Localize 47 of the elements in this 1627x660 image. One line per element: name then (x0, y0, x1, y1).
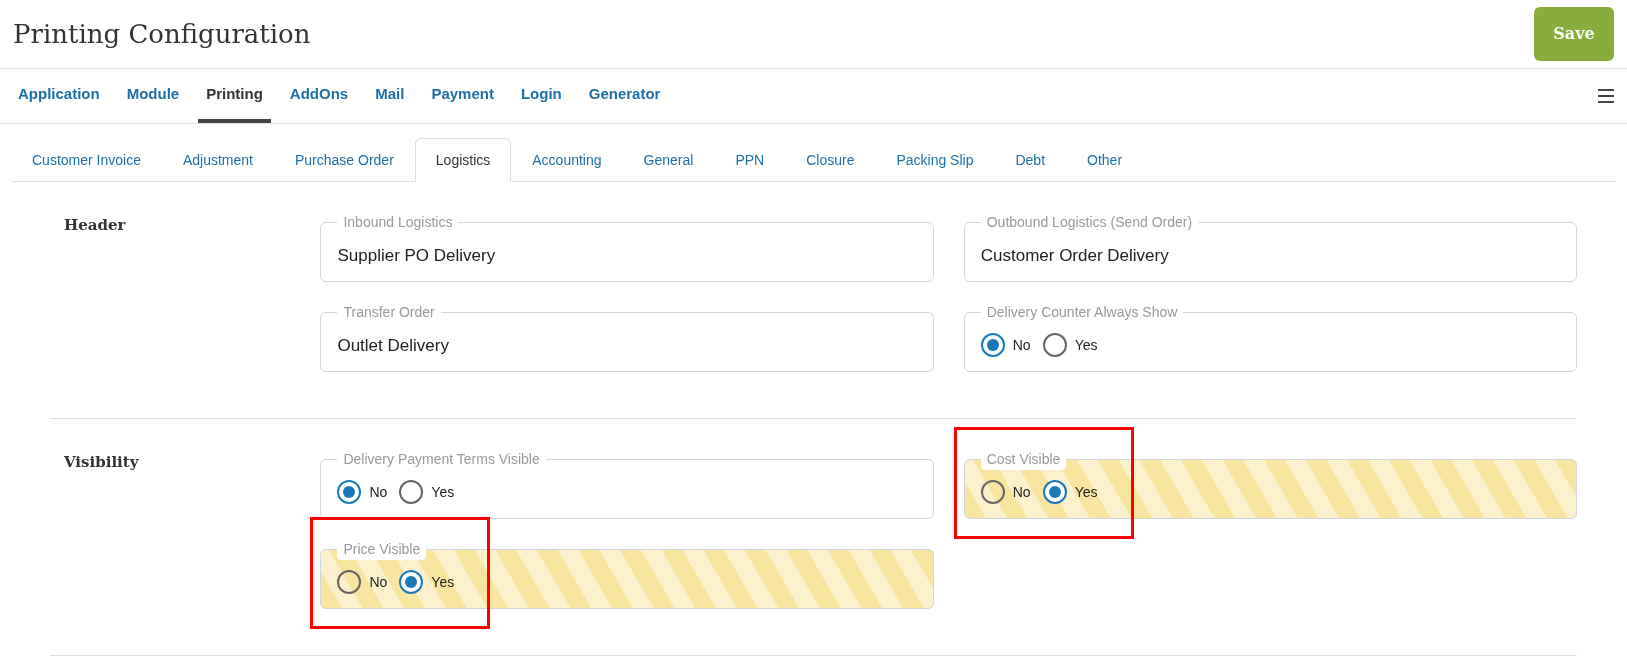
section-title: Visibility (63, 452, 140, 473)
menu-icon[interactable] (1597, 88, 1615, 104)
sub-tab[interactable]: Logistics (414, 138, 512, 182)
main-tab[interactable]: Printing (198, 69, 271, 123)
radio-button[interactable] (1042, 480, 1067, 504)
sub-tab[interactable]: Packing Slip (875, 138, 995, 182)
field-label: Delivery Counter Always Show (985, 303, 1179, 322)
sub-tab[interactable]: Other (1066, 138, 1144, 182)
sub-tab[interactable]: Closure (785, 138, 876, 182)
main-tab[interactable]: Login (512, 69, 570, 123)
main-tab[interactable]: Application (10, 69, 108, 123)
radio-label: Yes (1074, 335, 1098, 355)
main-tab[interactable]: Mail (367, 69, 413, 123)
sub-tab[interactable]: PPN (714, 138, 786, 182)
radio-button[interactable] (399, 570, 424, 594)
field-value[interactable]: Outlet Delivery (337, 333, 917, 359)
main-tab[interactable]: Payment (423, 69, 502, 123)
sub-tab[interactable]: Adjustment (161, 138, 274, 182)
radio-label: No (1012, 335, 1031, 355)
main-tab[interactable]: Generator (580, 69, 669, 123)
radio-button[interactable] (1042, 333, 1067, 357)
radio-button[interactable] (337, 480, 362, 504)
page-title: Printing Configuration (13, 17, 311, 51)
radio-button[interactable] (980, 480, 1005, 504)
radio-label: No (1012, 482, 1031, 502)
radio-button[interactable] (980, 333, 1005, 357)
radio-label: Yes (1074, 482, 1098, 502)
field-label: Delivery Payment Terms Visible (342, 450, 541, 469)
radio-label: Yes (431, 572, 455, 592)
radio-button[interactable] (337, 570, 362, 594)
radio-button[interactable] (399, 480, 424, 504)
sub-tab[interactable]: Customer Invoice (11, 138, 162, 182)
field-label: Inbound Logistics (342, 213, 454, 232)
main-tab[interactable]: Module (118, 69, 188, 123)
radio-label: Yes (431, 482, 455, 502)
section-title: Header (63, 215, 127, 236)
field-value[interactable]: Customer Order Delivery (980, 243, 1560, 269)
field-label: Transfer Order (342, 303, 436, 322)
field-label: Outbound Logistics (Send Order) (985, 213, 1194, 232)
field-value[interactable]: Supplier PO Delivery (337, 243, 917, 269)
main-tab[interactable]: AddOns (281, 69, 357, 123)
radio-label: No (369, 482, 388, 502)
sub-tab[interactable]: Accounting (511, 138, 623, 182)
sub-tab[interactable]: General (622, 138, 715, 182)
sub-tab[interactable]: Purchase Order (274, 138, 415, 182)
sub-tab[interactable]: Debt (994, 138, 1067, 182)
radio-label: No (369, 572, 388, 592)
